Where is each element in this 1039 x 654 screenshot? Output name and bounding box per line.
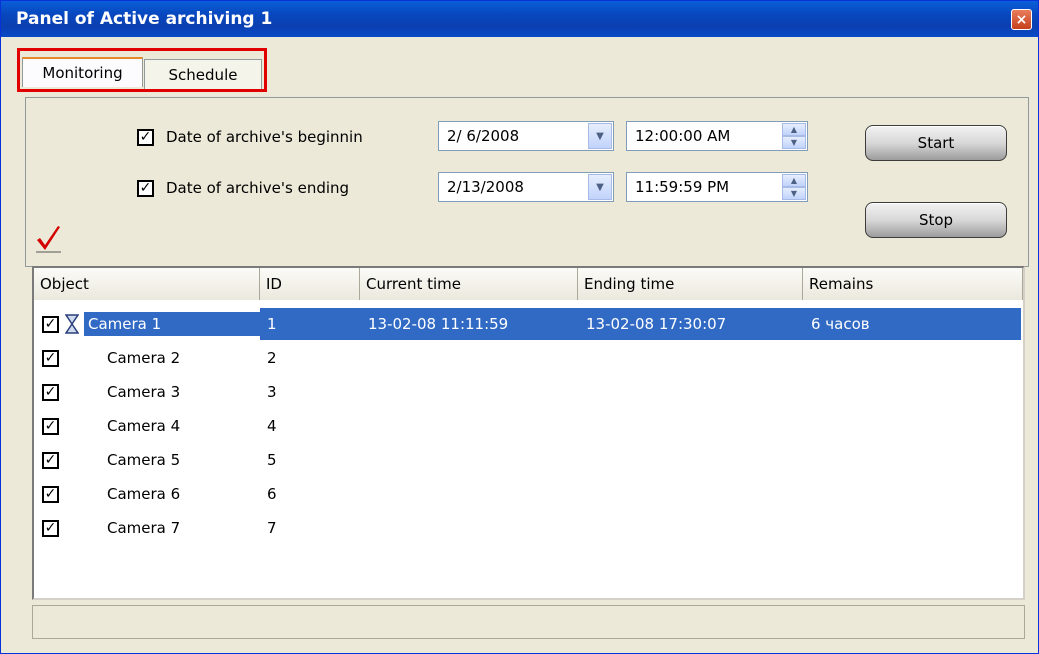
column-header-label: Object bbox=[40, 275, 89, 293]
end-date-label: Date of archive's ending bbox=[166, 179, 350, 197]
begin-date-value: 2/ 6/2008 bbox=[447, 127, 520, 145]
begin-time-field[interactable]: 12:00:00 AM ▲ ▼ bbox=[626, 121, 808, 151]
active-archiving-window: Panel of Active archiving 1 × Monitoring… bbox=[0, 0, 1039, 654]
start-button-label: Start bbox=[917, 134, 955, 152]
column-header-remains[interactable]: Remains bbox=[803, 268, 1023, 300]
row-id: 5 bbox=[267, 451, 277, 469]
row-object: Camera 4 bbox=[107, 417, 181, 435]
column-header-label: Remains bbox=[809, 275, 874, 293]
object-cell: ✓ Camera 1 bbox=[36, 312, 260, 336]
row-object: Camera 1 bbox=[84, 312, 260, 336]
row-checkbox[interactable]: ✓ bbox=[42, 519, 59, 537]
chevron-down-icon[interactable]: ▼ bbox=[588, 123, 612, 149]
row-object: Camera 3 bbox=[107, 383, 181, 401]
end-date-picker[interactable]: 2/13/2008 ▼ bbox=[438, 172, 614, 202]
begin-time-spinner[interactable]: ▲ ▼ bbox=[782, 123, 806, 149]
red-checkmark-icon[interactable] bbox=[34, 225, 62, 253]
row-id: 6 bbox=[267, 485, 277, 503]
spin-down-icon[interactable]: ▼ bbox=[782, 136, 806, 149]
row-id: 7 bbox=[267, 519, 277, 537]
hourglass-icon bbox=[62, 314, 82, 334]
tab-monitoring[interactable]: Monitoring bbox=[22, 57, 143, 87]
row-checkbox[interactable]: ✓ bbox=[42, 417, 59, 435]
row-current-time: 13-02-08 11:11:59 bbox=[361, 308, 579, 340]
tab-monitoring-label: Monitoring bbox=[42, 64, 123, 82]
begin-date-row: ✓ Date of archive's beginnin bbox=[137, 128, 363, 146]
table-row[interactable]: ✓ Camera 1 1 13-02-08 11:11:59 13-02-08 … bbox=[36, 308, 1021, 340]
column-header-ending-time[interactable]: Ending time bbox=[578, 268, 803, 300]
row-checkbox[interactable]: ✓ bbox=[42, 485, 59, 503]
row-checkbox[interactable]: ✓ bbox=[42, 451, 59, 469]
column-header-label: Current time bbox=[366, 275, 461, 293]
spin-down-icon[interactable]: ▼ bbox=[782, 187, 806, 200]
table-row[interactable]: ✓ Camera 6 6 bbox=[36, 478, 1021, 510]
row-ending-time: 13-02-08 17:30:07 bbox=[579, 308, 804, 340]
spin-up-icon[interactable]: ▲ bbox=[782, 123, 806, 136]
row-checkbox[interactable]: ✓ bbox=[42, 349, 59, 367]
end-time-spinner[interactable]: ▲ ▼ bbox=[782, 174, 806, 200]
start-button[interactable]: Start bbox=[865, 125, 1007, 161]
row-id: 1 bbox=[260, 308, 361, 340]
begin-time-value: 12:00:00 AM bbox=[635, 127, 731, 145]
begin-date-picker[interactable]: 2/ 6/2008 ▼ bbox=[438, 121, 614, 151]
table-row[interactable]: ✓ Camera 2 2 bbox=[36, 342, 1021, 374]
end-date-value: 2/13/2008 bbox=[447, 178, 524, 196]
window-title: Panel of Active archiving 1 bbox=[16, 9, 273, 29]
row-checkbox[interactable]: ✓ bbox=[42, 383, 59, 401]
column-header-object[interactable]: Object bbox=[34, 268, 260, 300]
column-header-current-time[interactable]: Current time bbox=[360, 268, 578, 300]
camera-list[interactable]: Object ID Current time Ending time Remai… bbox=[32, 266, 1025, 600]
chevron-down-icon[interactable]: ▼ bbox=[588, 174, 612, 200]
spin-up-icon[interactable]: ▲ bbox=[782, 174, 806, 187]
row-object: Camera 6 bbox=[107, 485, 181, 503]
begin-date-checkbox[interactable]: ✓ bbox=[137, 128, 154, 146]
stop-button-label: Stop bbox=[918, 211, 954, 229]
row-id: 4 bbox=[267, 417, 277, 435]
table-row[interactable]: ✓ Camera 5 5 bbox=[36, 444, 1021, 476]
table-row[interactable]: ✓ Camera 7 7 bbox=[36, 512, 1021, 544]
close-button[interactable]: × bbox=[1011, 9, 1032, 30]
column-header-label: ID bbox=[266, 275, 282, 293]
end-date-checkbox[interactable]: ✓ bbox=[137, 179, 154, 197]
row-checkbox[interactable]: ✓ bbox=[42, 315, 59, 333]
column-header-id[interactable]: ID bbox=[260, 268, 360, 300]
end-time-field[interactable]: 11:59:59 PM ▲ ▼ bbox=[626, 172, 808, 202]
row-object: Camera 5 bbox=[107, 451, 181, 469]
end-date-row: ✓ Date of archive's ending bbox=[137, 179, 349, 197]
row-id: 2 bbox=[267, 349, 277, 367]
close-icon: × bbox=[1015, 11, 1028, 28]
list-header: Object ID Current time Ending time Remai… bbox=[34, 268, 1023, 300]
row-object: Camera 7 bbox=[107, 519, 181, 537]
table-row[interactable]: ✓ Camera 3 3 bbox=[36, 376, 1021, 408]
stop-button[interactable]: Stop bbox=[865, 202, 1007, 238]
end-time-value: 11:59:59 PM bbox=[635, 178, 730, 196]
column-header-label: Ending time bbox=[584, 275, 675, 293]
row-id: 3 bbox=[267, 383, 277, 401]
begin-date-label: Date of archive's beginnin bbox=[166, 128, 363, 146]
title-bar[interactable]: Panel of Active archiving 1 × bbox=[1, 1, 1038, 37]
status-bar bbox=[32, 605, 1025, 639]
table-row[interactable]: ✓ Camera 4 4 bbox=[36, 410, 1021, 442]
row-object: Camera 2 bbox=[107, 349, 181, 367]
row-remains: 6 часов bbox=[804, 308, 1021, 340]
